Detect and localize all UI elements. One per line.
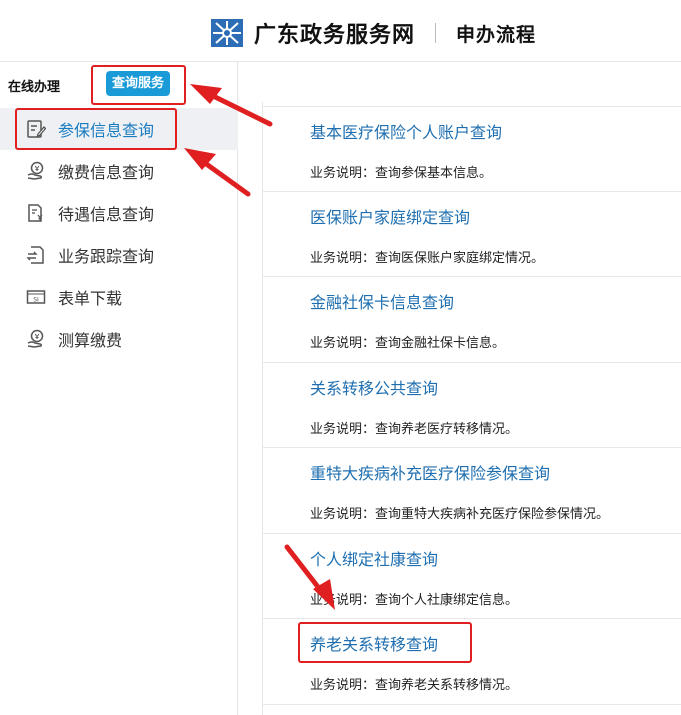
list-item: 个人绑定社康查询 业务说明：查询个人社康绑定信息。 — [262, 534, 681, 619]
service-description: 业务说明：查询金融社保卡信息。 — [310, 336, 506, 351]
sidebar-item-payment-info[interactable]: 缴费信息查询 — [0, 150, 238, 192]
sidebar-item-benefits-info[interactable]: 待遇信息查询 — [0, 192, 238, 234]
sidebar-item-form-download[interactable]: SI 表单下载 — [0, 276, 238, 318]
list-item: 医保账户家庭绑定查询 业务说明：查询医保账户家庭绑定情况。 — [262, 192, 681, 277]
svg-text:SI: SI — [33, 297, 39, 304]
service-link-social-card[interactable]: 金融社保卡信息查询 — [310, 289, 454, 313]
annotation-box-query-tab — [91, 65, 186, 105]
service-link-relation-transfer-public[interactable]: 关系转移公共查询 — [310, 375, 438, 399]
list-item: 金融社保卡信息查询 业务说明：查询金融社保卡信息。 — [262, 277, 681, 363]
service-list: 基本医疗保险个人账户查询 业务说明：查询参保基本信息。 医保账户家庭绑定查询 业… — [262, 102, 681, 715]
logo-area: 广东政务服务网 申办流程 — [210, 16, 536, 50]
service-link-medical-account[interactable]: 基本医疗保险个人账户查询 — [310, 119, 502, 143]
list-item: 重特大疾病补充医疗保险参保查询 业务说明：查询重特大疾病补充医疗保险参保情况。 — [262, 448, 681, 534]
service-description: 业务说明：查询重特大疾病补充医疗保险参保情况。 — [310, 507, 610, 522]
site-header: 广东政务服务网 申办流程 — [0, 0, 681, 62]
service-description: 业务说明：查询养老医疗转移情况。 — [310, 421, 519, 437]
sidebar-item-label: 待遇信息查询 — [58, 205, 155, 224]
service-description: 业务说明：查询医保账户家庭绑定情况。 — [310, 250, 545, 266]
site-name: 广东政务服务网 — [254, 23, 416, 48]
left-sidebar: 在线办理 查询服务 参保信息查询 缴费信息查询 待遇信息查询 业务跟踪查询 SI… — [0, 62, 238, 715]
sidebar-item-business-tracking[interactable]: 业务跟踪查询 — [0, 234, 238, 276]
annotation-box-pension-transfer — [298, 622, 472, 663]
service-link-family-binding[interactable]: 医保账户家庭绑定查询 — [310, 204, 470, 228]
sidebar-item-label: 表单下载 — [58, 289, 123, 308]
tab-online[interactable]: 在线办理 — [8, 76, 60, 95]
service-description: 业务说明：查询养老关系转移情况。 — [310, 678, 519, 693]
transfer-track-icon — [26, 246, 44, 264]
list-item: 基本医疗保险个人账户查询 业务说明：查询参保基本信息。 — [262, 106, 681, 192]
service-link-community-health-binding[interactable]: 个人绑定社康查询 — [310, 546, 438, 570]
sidebar-item-calculate-payment[interactable]: 测算缴费 — [0, 318, 238, 360]
form-download-icon: SI — [26, 290, 46, 304]
sidebar-item-label: 测算缴费 — [58, 331, 123, 350]
header-divider — [435, 23, 437, 43]
list-item: 关系转移公共查询 业务说明：查询养老医疗转移情况。 — [262, 363, 681, 448]
gov-logo-icon — [211, 19, 243, 47]
document-yen-icon — [28, 204, 43, 222]
header-subtitle[interactable]: 申办流程 — [456, 20, 536, 47]
annotation-box-insurance-menu — [15, 108, 177, 150]
payment-icon — [27, 161, 44, 180]
service-description: 业务说明：查询参保基本信息。 — [310, 166, 493, 181]
sidebar-item-label: 缴费信息查询 — [58, 163, 155, 182]
service-description: 业务说明：查询个人社康绑定信息。 — [310, 592, 519, 608]
sidebar-item-label: 业务跟踪查询 — [58, 247, 155, 266]
service-link-critical-illness[interactable]: 重特大疾病补充医疗保险参保查询 — [310, 460, 550, 484]
calculate-payment-icon — [27, 329, 44, 348]
